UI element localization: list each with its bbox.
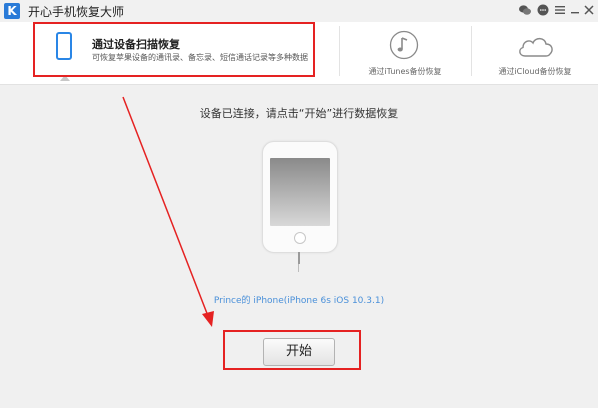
annotation-arrow — [122, 96, 214, 327]
